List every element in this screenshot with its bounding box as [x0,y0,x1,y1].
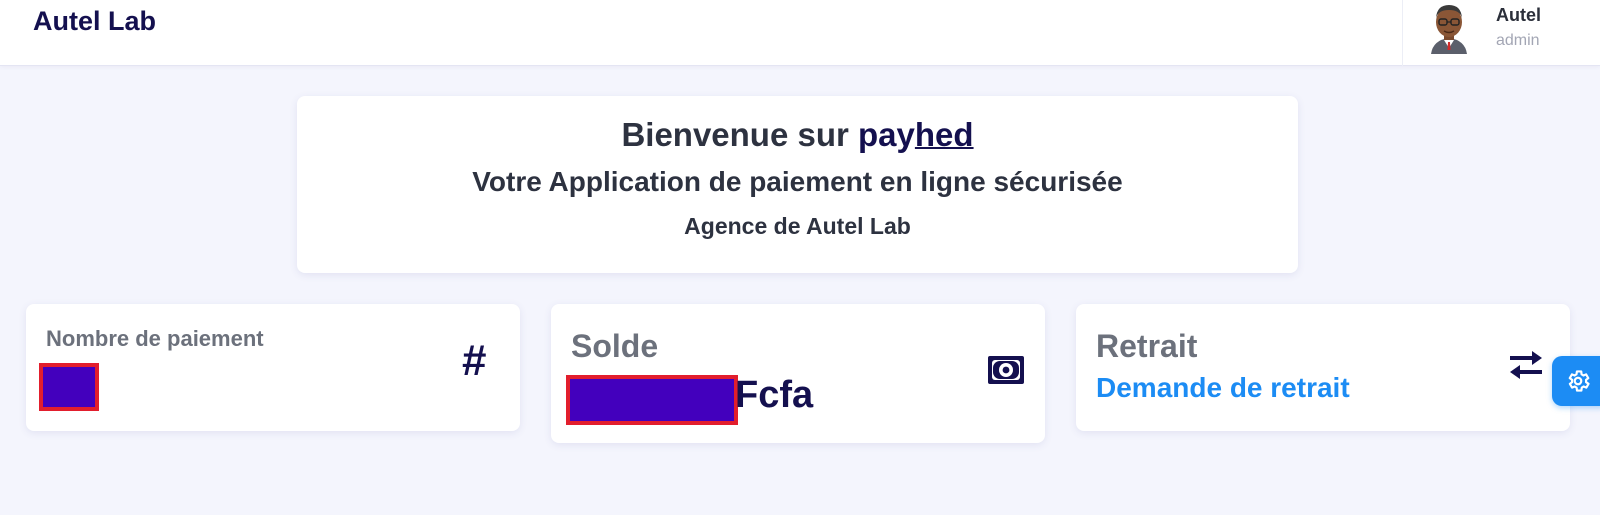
payment-count-card: Nombre de paiement # [26,304,520,431]
user-menu[interactable]: Autel admin [1402,0,1600,66]
withdrawal-title: Retrait [1096,328,1198,364]
money-bill-icon [988,356,1024,384]
agency-name: Agence de Autel Lab [684,213,911,239]
top-navbar: Autel Lab Autel admin [0,0,1600,66]
balance-title: Solde [571,328,659,364]
welcome-card: Bienvenue sur payhed Votre Application d… [297,96,1298,273]
settings-button[interactable] [1552,356,1600,406]
redacted-value [566,375,738,425]
redacted-value [39,363,99,411]
payment-count-title: Nombre de paiement [46,326,264,351]
withdrawal-card: Retrait Demande de retrait [1076,304,1570,431]
brand-title[interactable]: Autel Lab [33,6,156,37]
welcome-subtitle: Votre Application de paiement en ligne s… [472,166,1123,197]
hash-icon: # [462,336,487,385]
currency-label: Fcfa [735,374,814,416]
user-role: admin [1496,32,1540,49]
welcome-prefix: Bienvenue sur [621,116,859,153]
logo-part2: hed [914,116,974,153]
user-avatar[interactable] [1427,2,1471,54]
transfer-icon [1510,351,1542,379]
welcome-heading: Bienvenue sur payhed [297,116,1298,154]
payhed-logo: payhed [858,116,974,153]
balance-card: Solde Fcfa [551,304,1045,443]
user-name: Autel [1496,5,1541,25]
withdrawal-request-link[interactable]: Demande de retrait [1096,372,1350,404]
logo-part1: pay [858,116,915,153]
gear-icon [1568,370,1590,392]
